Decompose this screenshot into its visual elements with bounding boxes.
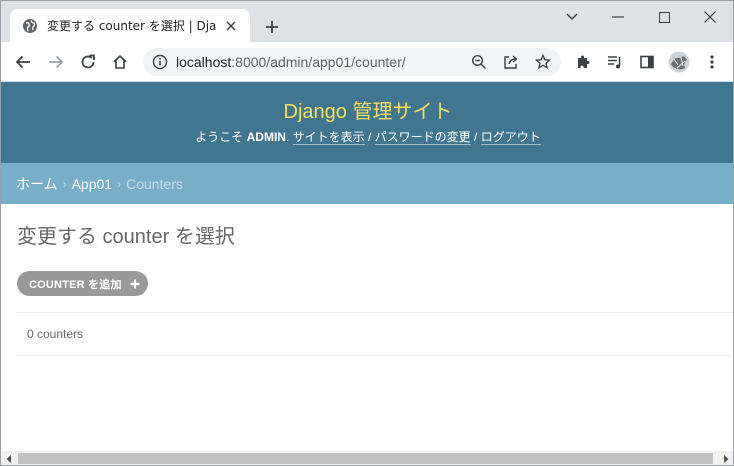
- more-menu-icon[interactable]: [698, 48, 726, 76]
- breadcrumb-home-link[interactable]: ホーム: [16, 174, 58, 194]
- browser-tab[interactable]: 変更する counter を選択 | Django: [10, 9, 250, 42]
- url-text[interactable]: localhost:8000/admin/app01/counter/: [176, 54, 406, 70]
- minimize-icon[interactable]: [595, 1, 641, 33]
- share-icon[interactable]: [503, 54, 519, 74]
- separator: /: [474, 130, 478, 144]
- zoom-icon[interactable]: [471, 54, 487, 74]
- logout-link[interactable]: ログアウト: [480, 130, 541, 145]
- admin-header: Django 管理サイト ようこそ ADMIN. サイトを表示 / パスワードの…: [1, 82, 733, 163]
- site-info-icon[interactable]: [152, 54, 168, 74]
- site-branding[interactable]: Django 管理サイト: [1, 95, 733, 124]
- scroll-left-icon[interactable]: [1, 451, 16, 465]
- browser-window: 変更する counter を選択 | Django: [0, 0, 734, 466]
- user-tools: ようこそ ADMIN. サイトを表示 / パスワードの変更 / ログアウト: [195, 130, 541, 145]
- tab-title: 変更する counter を選択 | Django: [47, 19, 216, 33]
- tab-strip: 変更する counter を選択 | Django: [1, 1, 733, 42]
- reload-icon[interactable]: [74, 48, 102, 76]
- address-bar[interactable]: localhost:8000/admin/app01/counter/: [143, 48, 561, 76]
- breadcrumb-separator: ›: [117, 176, 122, 191]
- tab-search-icon[interactable]: [549, 1, 595, 33]
- scrollbar-thumb[interactable]: [18, 453, 713, 464]
- breadcrumb-app-link[interactable]: App01: [72, 176, 112, 192]
- horizontal-scrollbar[interactable]: [1, 451, 733, 465]
- bookmark-star-icon[interactable]: [534, 53, 552, 74]
- reading-list-icon[interactable]: [601, 48, 629, 76]
- maximize-icon[interactable]: [641, 1, 687, 33]
- plus-icon: [130, 279, 140, 289]
- globe-icon: [22, 18, 38, 34]
- breadcrumb-current: Counters: [126, 175, 183, 192]
- close-tab-icon[interactable]: [222, 17, 240, 35]
- view-site-link[interactable]: サイトを表示: [292, 130, 365, 145]
- profile-avatar[interactable]: [665, 48, 693, 76]
- home-icon[interactable]: [106, 48, 134, 76]
- breadcrumb-separator: ›: [62, 176, 67, 191]
- main-content: 変更する counter を選択 COUNTER を追加 0 counters: [1, 204, 733, 451]
- breadcrumb: ホーム › App01 › Counters: [1, 163, 733, 204]
- add-counter-button[interactable]: COUNTER を追加: [17, 271, 148, 296]
- welcome-text: ようこそ: [195, 130, 244, 144]
- extensions-icon[interactable]: [569, 48, 597, 76]
- change-password-link[interactable]: パスワードの変更: [374, 130, 471, 145]
- username: ADMIN: [246, 130, 286, 144]
- add-button-label: COUNTER を追加: [29, 278, 122, 291]
- back-arrow-icon[interactable]: [9, 48, 37, 76]
- separator: /: [367, 130, 372, 144]
- scroll-right-icon[interactable]: [718, 451, 733, 465]
- window-close-icon[interactable]: [687, 1, 733, 33]
- results-list: 0 counters: [17, 312, 733, 356]
- page-title: 変更する counter を選択: [17, 226, 235, 248]
- browser-toolbar: localhost:8000/admin/app01/counter/: [1, 42, 733, 82]
- new-tab-icon[interactable]: [261, 16, 283, 38]
- result-count: 0 counters: [27, 327, 84, 341]
- forward-arrow-icon[interactable]: [42, 48, 70, 76]
- side-panel-icon[interactable]: [633, 48, 661, 76]
